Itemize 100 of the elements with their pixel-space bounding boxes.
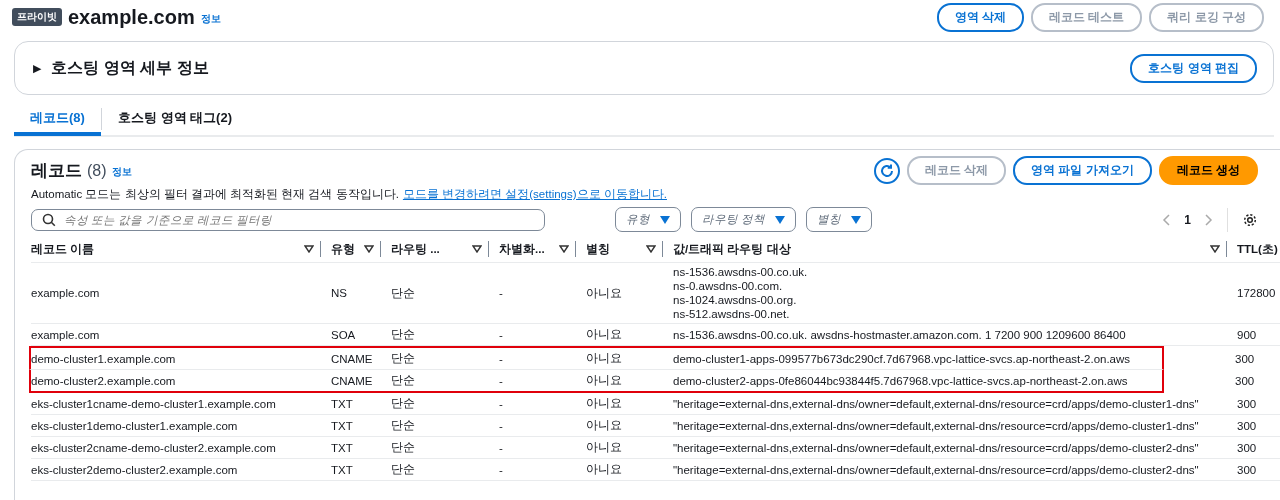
sort-icon[interactable]: [472, 245, 482, 253]
table-cell: 아니요: [586, 441, 622, 453]
settings-icon[interactable]: [1242, 211, 1258, 228]
page-number[interactable]: 1: [1184, 212, 1191, 227]
table-cell: demo-cluster2.example.com: [31, 374, 176, 387]
caret-icon: [660, 215, 670, 224]
table-cell: 단순: [391, 286, 415, 299]
tab[interactable]: 호스팅 영역 태그(2): [101, 104, 248, 136]
table-cell: TXT: [331, 419, 353, 432]
table-cell: 172800: [1237, 287, 1276, 299]
search-icon: [42, 212, 56, 227]
caret-icon: [775, 215, 786, 224]
record-count: (8): [87, 162, 107, 180]
table-cell: 단순: [391, 352, 415, 364]
table-cell-text: "heritage=external-dns,external-dns/owner=default,external-dns/resource=crd/apps/demo-cluster2-dns": [673, 462, 1200, 477]
settings-link[interactable]: 모드를 변경하려면 설정(settings)으로 이동합니다.: [402, 187, 667, 202]
sort-icon[interactable]: [364, 245, 374, 253]
table-cell-text: ns-1536.awsdns-00.co.uk. awsdns-hostmaster.amazon.com. 1 7200 900 1209600 86400: [673, 327, 1127, 342]
table-cell: CNAME: [331, 352, 373, 365]
private-badge: 프라이빗: [12, 8, 62, 26]
table-cell: -: [499, 374, 503, 387]
table-cell: TXT: [331, 441, 353, 454]
filter-dropdown[interactable]: 유형: [615, 207, 681, 232]
table-cell: TXT: [331, 397, 353, 410]
column-header[interactable]: 값/트래픽 라우팅 대상: [673, 241, 791, 257]
search-field[interactable]: 속성 또는 값을 기준으로 레코드 필터링: [31, 208, 545, 231]
panel-title: 호스팅 영역 세부 정보: [51, 57, 209, 78]
table-cell: 아니요: [586, 463, 622, 475]
table-cell: 900: [1237, 328, 1257, 341]
table-cell: 단순: [391, 419, 415, 431]
column-header[interactable]: 차별화...: [499, 241, 545, 257]
table-cell-text: demo-cluster2-apps-0fe86044bc93844f5.7d67968.vpc-lattice-svcs.ap-northeast-2.on.aws: [673, 373, 1129, 388]
refresh-button[interactable]: [873, 157, 900, 184]
table-cell: eks-cluster1demo-cluster1.example.com: [31, 419, 238, 432]
table-cell: 단순: [391, 328, 415, 340]
table-cell: eks-cluster2demo-cluster2.example.com: [31, 463, 238, 476]
table-cell: NS: [331, 287, 347, 299]
column-header[interactable]: 레코드 이름: [31, 241, 95, 257]
info-link[interactable]: 정보: [200, 11, 221, 26]
info-link[interactable]: 정보: [111, 165, 132, 179]
table-cell: SOA: [331, 328, 356, 341]
table-cell: 300: [1237, 397, 1257, 410]
sort-icon[interactable]: [646, 245, 656, 253]
sort-icon[interactable]: [559, 245, 569, 253]
table-cell: 300: [1237, 463, 1257, 476]
column-header[interactable]: 별칭: [586, 241, 610, 257]
table-cell: 아니요: [586, 397, 622, 409]
header-button[interactable]: 영역 삭제: [936, 2, 1024, 32]
column-header[interactable]: TTL(초): [1237, 241, 1278, 257]
page-title: example.com: [68, 5, 195, 29]
table-cell: -: [499, 352, 503, 365]
table-cell: TXT: [331, 463, 353, 476]
table-cell: 300: [1235, 374, 1255, 387]
table-cell: 단순: [391, 441, 415, 453]
section-title: 레코드: [31, 160, 82, 182]
filter-dropdown[interactable]: 별칭: [806, 207, 873, 232]
caret-icon: [851, 215, 862, 224]
table-cell: 300: [1237, 419, 1257, 432]
table-cell: -: [499, 463, 503, 476]
table-cell-text: ns-0.awsdns-00.com.: [673, 279, 784, 293]
description-text: Automatic 모드는 최상의 필터 결과에 최적화된 현재 검색 동작입니다.: [31, 187, 399, 202]
sort-icon[interactable]: [1210, 245, 1220, 253]
table-cell: example.com: [31, 328, 100, 341]
table-cell: eks-cluster1cname-demo-cluster1.example.com: [31, 397, 276, 410]
table-cell: -: [499, 419, 503, 432]
edit-zone-button[interactable]: 호스팅 영역 편집: [1130, 53, 1257, 83]
table-cell: 단순: [391, 374, 415, 386]
table-cell: CNAME: [331, 374, 373, 387]
table-cell: 단순: [391, 463, 415, 475]
table-cell: 아니요: [586, 374, 622, 386]
table-cell: 아니요: [586, 286, 622, 299]
action-button[interactable]: 영역 파일 가져오기: [1013, 156, 1152, 185]
table-cell-text: ns-1536.awsdns-00.co.uk.: [673, 265, 809, 279]
sort-icon[interactable]: [304, 245, 314, 253]
table-cell-text: demo-cluster1-apps-099577b673dc290cf.7d67968.vpc-lattice-svcs.ap-northeast-2.on.aws: [673, 351, 1132, 366]
table-cell-text: "heritage=external-dns,external-dns/owner=default,external-dns/resource=crd/apps/demo-cluster1-dns": [673, 418, 1200, 433]
table-cell: 300: [1237, 441, 1257, 454]
filter-dropdown[interactable]: 라우팅 정책: [691, 207, 797, 232]
expand-toggle[interactable]: ▶: [33, 61, 42, 75]
table-cell: -: [499, 441, 503, 454]
table-cell: eks-cluster2cname-demo-cluster2.example.com: [31, 441, 276, 454]
table-cell: 아니요: [586, 419, 622, 431]
table-cell: example.com: [31, 287, 100, 299]
table-cell: 단순: [391, 397, 415, 409]
table-cell: 아니요: [586, 328, 622, 340]
action-button[interactable]: 레코드 생성: [1158, 156, 1258, 185]
table-cell: 아니요: [586, 352, 622, 364]
column-header[interactable]: 유형: [331, 241, 355, 257]
table-cell-text: ns-1024.awsdns-00.org.: [673, 293, 798, 307]
table-cell: demo-cluster1.example.com: [31, 352, 176, 365]
table-cell: 300: [1235, 352, 1255, 365]
column-header[interactable]: 라우팅 ...: [391, 241, 440, 257]
table-cell-text: "heritage=external-dns,external-dns/owner=default,external-dns/resource=crd/apps/demo-cluster1-dns": [673, 396, 1200, 411]
table-cell: -: [499, 397, 503, 410]
refresh-icon: [878, 162, 895, 179]
table-cell-text: "heritage=external-dns,external-dns/owner=default,external-dns/resource=crd/apps/demo-cluster2-dns": [673, 440, 1200, 455]
table-cell-text: ns-512.awsdns-00.net.: [673, 307, 791, 321]
table-cell: -: [499, 328, 503, 341]
tab[interactable]: 레코드(8): [14, 104, 101, 136]
table-cell: -: [499, 287, 503, 299]
